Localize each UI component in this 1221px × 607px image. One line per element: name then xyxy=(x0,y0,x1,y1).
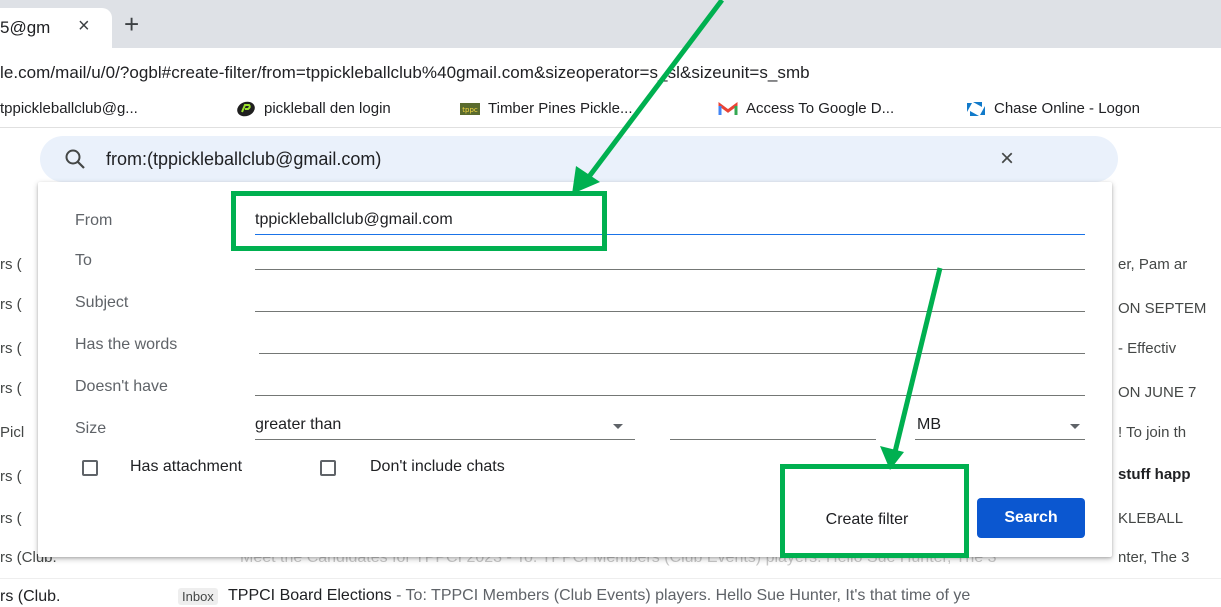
annotation-arrows xyxy=(572,0,943,470)
arrow-head-create xyxy=(880,446,904,470)
arrow-to-from-field xyxy=(586,0,724,180)
arrow-to-create-filter xyxy=(892,267,943,453)
